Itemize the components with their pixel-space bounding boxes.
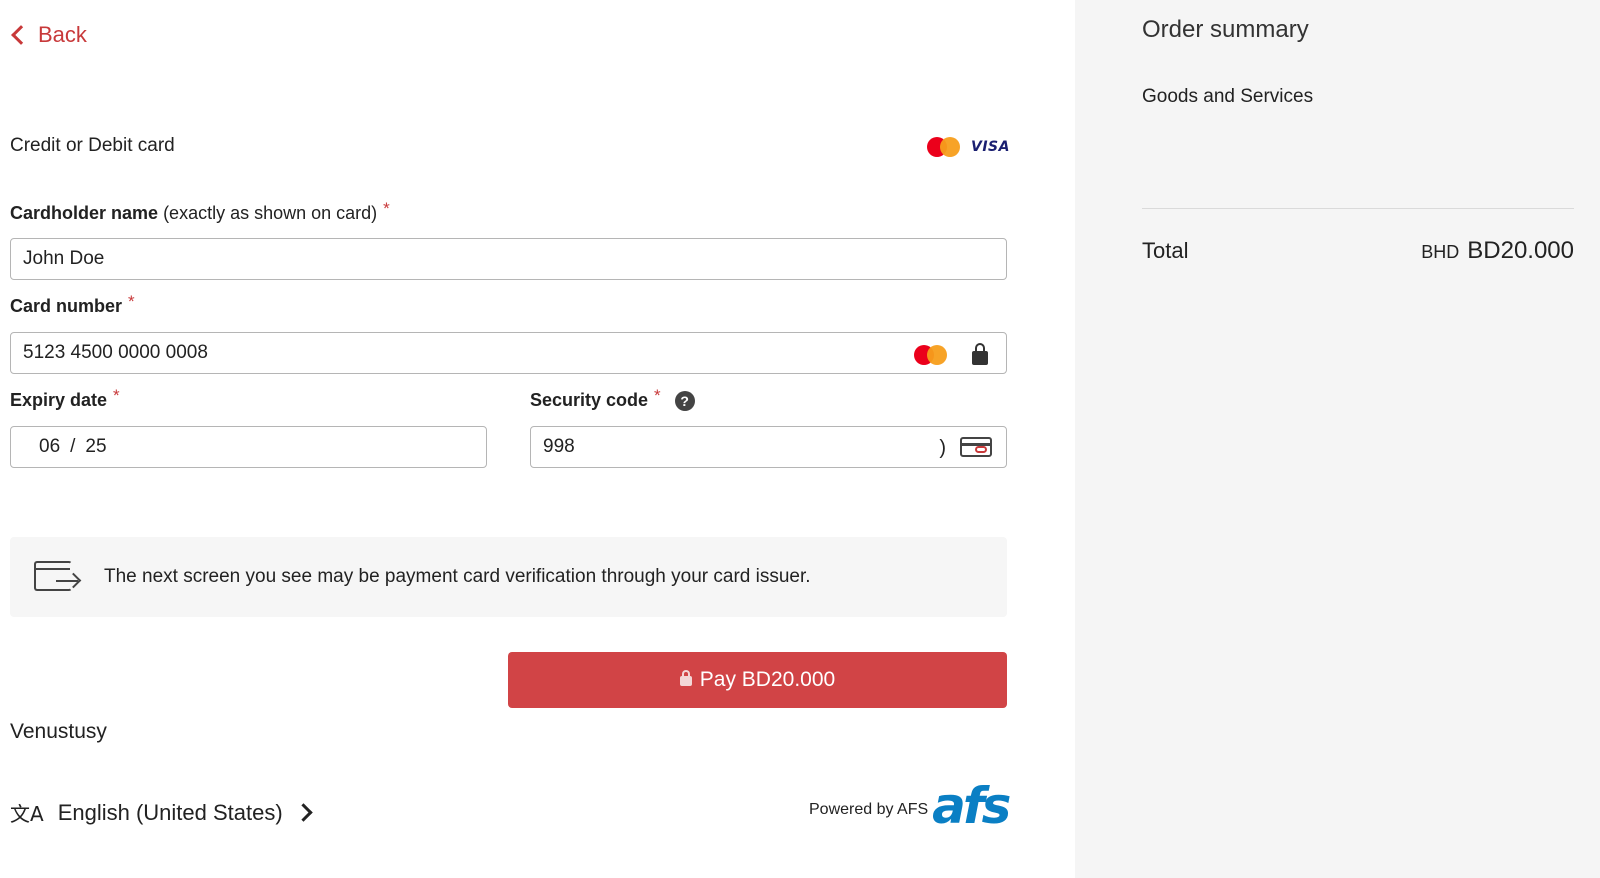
- expiry-month[interactable]: 06: [39, 436, 60, 458]
- translate-icon: 文A: [10, 802, 44, 826]
- total-currency: BHD: [1421, 242, 1460, 262]
- accepted-cards: VISA: [927, 136, 1014, 158]
- text-cursor: ): [939, 437, 946, 459]
- card-number-input[interactable]: 5123 4500 0000 0008: [10, 332, 1007, 374]
- expiry-year[interactable]: 25: [85, 436, 106, 458]
- back-label: Back: [38, 22, 87, 47]
- card-number-label: Card number *: [10, 292, 135, 316]
- payment-panel: Back Credit or Debit card VISA Cardholde…: [0, 0, 1075, 878]
- order-summary-title: Order summary: [1142, 16, 1309, 43]
- total-value: BHD BD20.000: [1421, 237, 1574, 265]
- security-code-label: Security code * ?: [530, 386, 695, 411]
- order-item: Goods and Services: [1142, 86, 1314, 107]
- back-link[interactable]: Back: [10, 22, 87, 48]
- security-code-input[interactable]: 998 ): [530, 426, 1007, 468]
- mastercard-icon: [927, 136, 961, 158]
- expiry-date-label: Expiry date *: [10, 386, 120, 410]
- help-icon[interactable]: ?: [674, 390, 695, 411]
- cardholder-name-label: Cardholder name (exactly as shown on car…: [10, 199, 390, 223]
- afs-logo: afs: [932, 777, 1011, 835]
- payment-method-title: Credit or Debit card: [10, 135, 175, 156]
- verification-notice: The next screen you see may be payment c…: [10, 537, 1007, 617]
- mastercard-icon: [914, 344, 948, 366]
- card-redirect-icon: [34, 561, 78, 593]
- lock-icon: [972, 343, 988, 365]
- summary-divider: [1142, 208, 1574, 209]
- cardholder-name-input[interactable]: John Doe: [10, 238, 1007, 280]
- chevron-left-icon: [11, 25, 31, 45]
- lock-icon: [679, 670, 692, 686]
- merchant-name: Venustusy: [10, 720, 107, 743]
- chevron-right-icon: [293, 803, 313, 822]
- powered-by: Powered by AFS afs: [809, 777, 1011, 835]
- powered-by-text: Powered by AFS: [809, 801, 929, 818]
- pay-button[interactable]: Pay BD20.000: [508, 652, 1007, 708]
- visa-icon: VISA: [971, 139, 1010, 155]
- total-amount: BD20.000: [1467, 237, 1574, 264]
- notice-text: The next screen you see may be payment c…: [104, 566, 811, 587]
- pay-button-label: Pay BD20.000: [699, 668, 836, 691]
- language-label: English (United States): [57, 799, 283, 825]
- card-back-icon: [960, 437, 992, 457]
- expiry-date-input[interactable]: 06 / 25: [10, 426, 487, 468]
- order-summary-panel: Order summary Goods and Services Total B…: [1075, 0, 1600, 878]
- language-selector[interactable]: 文A English (United States): [10, 798, 313, 827]
- total-label: Total: [1142, 238, 1189, 263]
